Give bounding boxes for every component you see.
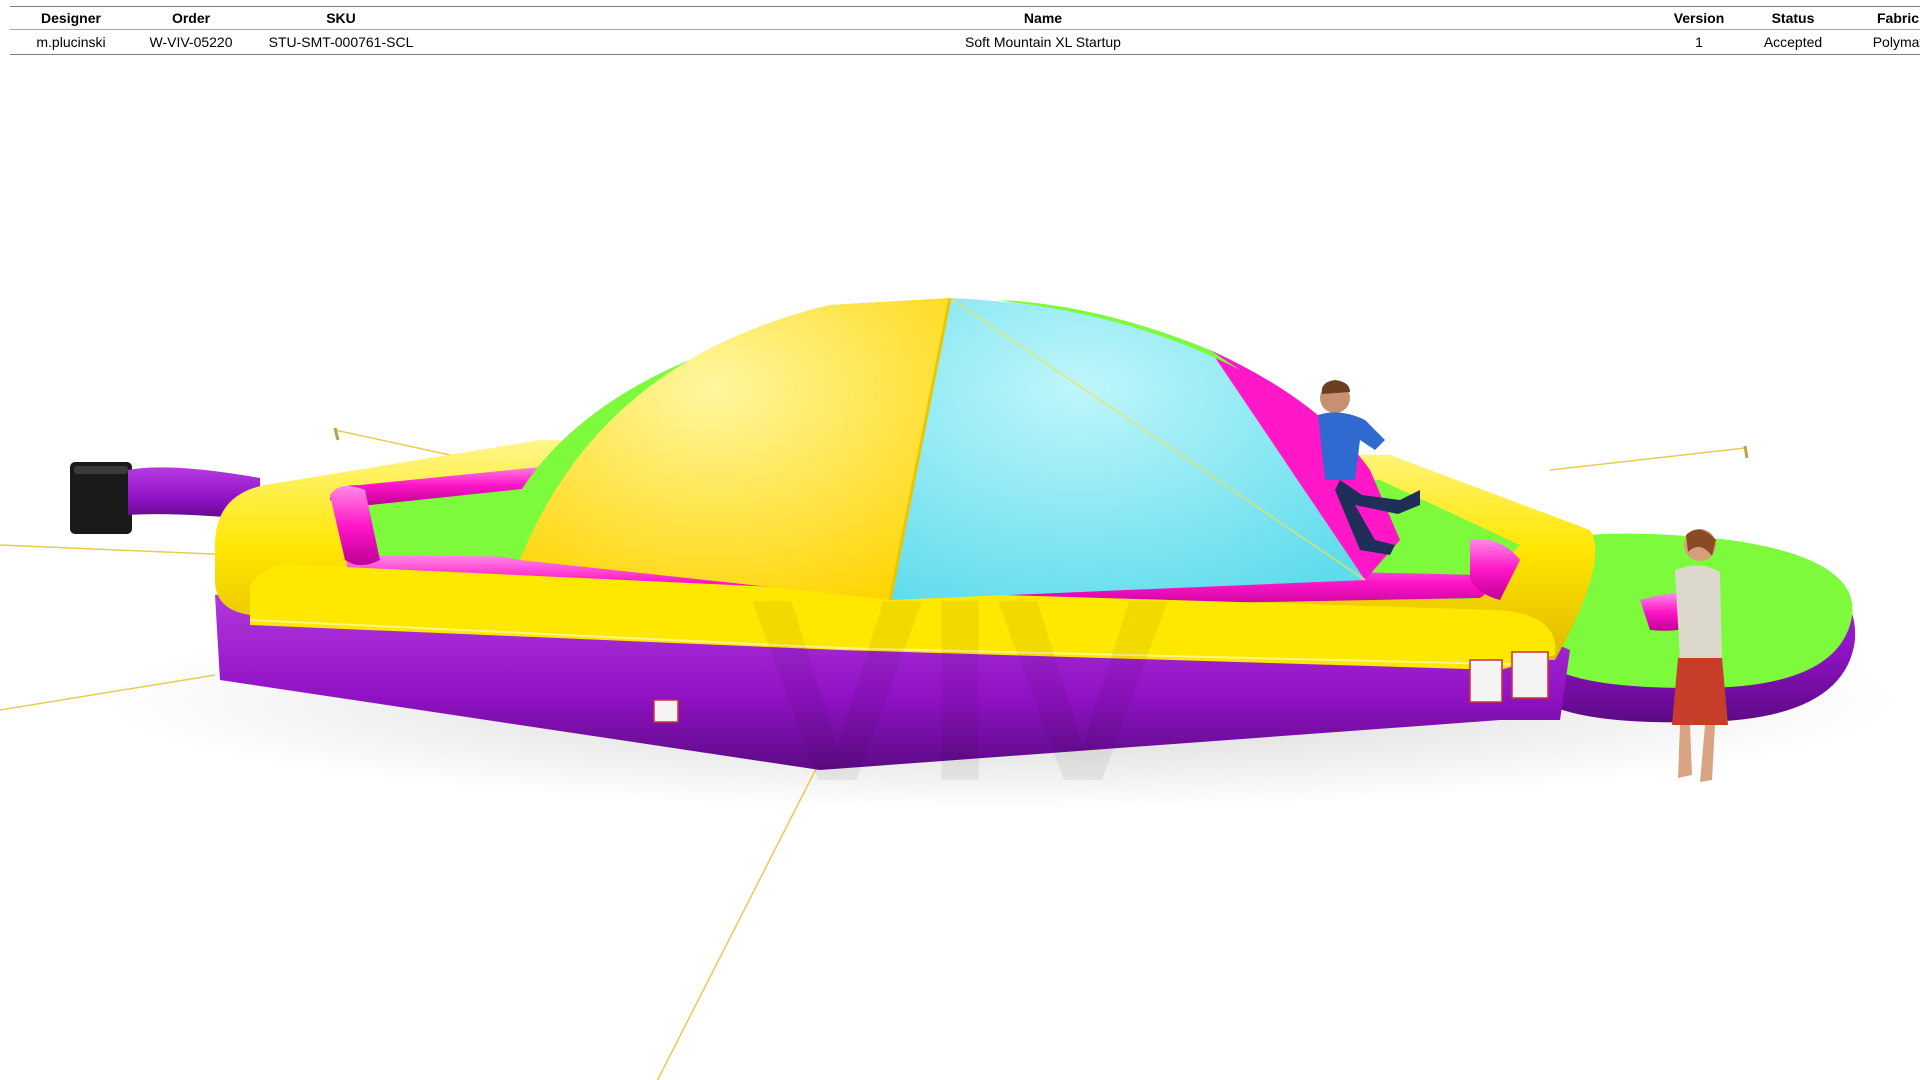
warning-label <box>1511 651 1549 699</box>
header-order: Order <box>132 6 250 30</box>
cell-designer: m.plucinski <box>10 29 132 55</box>
warning-label <box>1469 659 1503 703</box>
cell-sku: STU-SMT-000761-SCL <box>250 29 432 55</box>
header-version: Version <box>1654 6 1744 30</box>
header-name: Name <box>432 6 1654 30</box>
header-status: Status <box>1744 6 1842 30</box>
product-render: VIV <box>0 297 1900 1080</box>
header-fabric: Fabric <box>1842 6 1920 30</box>
warning-label <box>653 699 679 723</box>
cell-status: Accepted <box>1744 29 1842 55</box>
header-designer: Designer <box>10 6 132 30</box>
cell-version: 1 <box>1654 29 1744 55</box>
cell-fabric: Polymat <box>1842 29 1920 55</box>
cell-order: W-VIV-05220 <box>132 29 250 55</box>
spec-table: Designer Order SKU Name Version Status F… <box>10 6 1920 55</box>
header-sku: SKU <box>250 6 432 30</box>
table-row: m.plucinski W-VIV-05220 STU-SMT-000761-S… <box>10 29 1920 55</box>
header-row: Designer Order SKU Name Version Status F… <box>10 6 1920 30</box>
watermark-text: VIV <box>750 546 1170 836</box>
cell-name: Soft Mountain XL Startup <box>432 29 1654 55</box>
